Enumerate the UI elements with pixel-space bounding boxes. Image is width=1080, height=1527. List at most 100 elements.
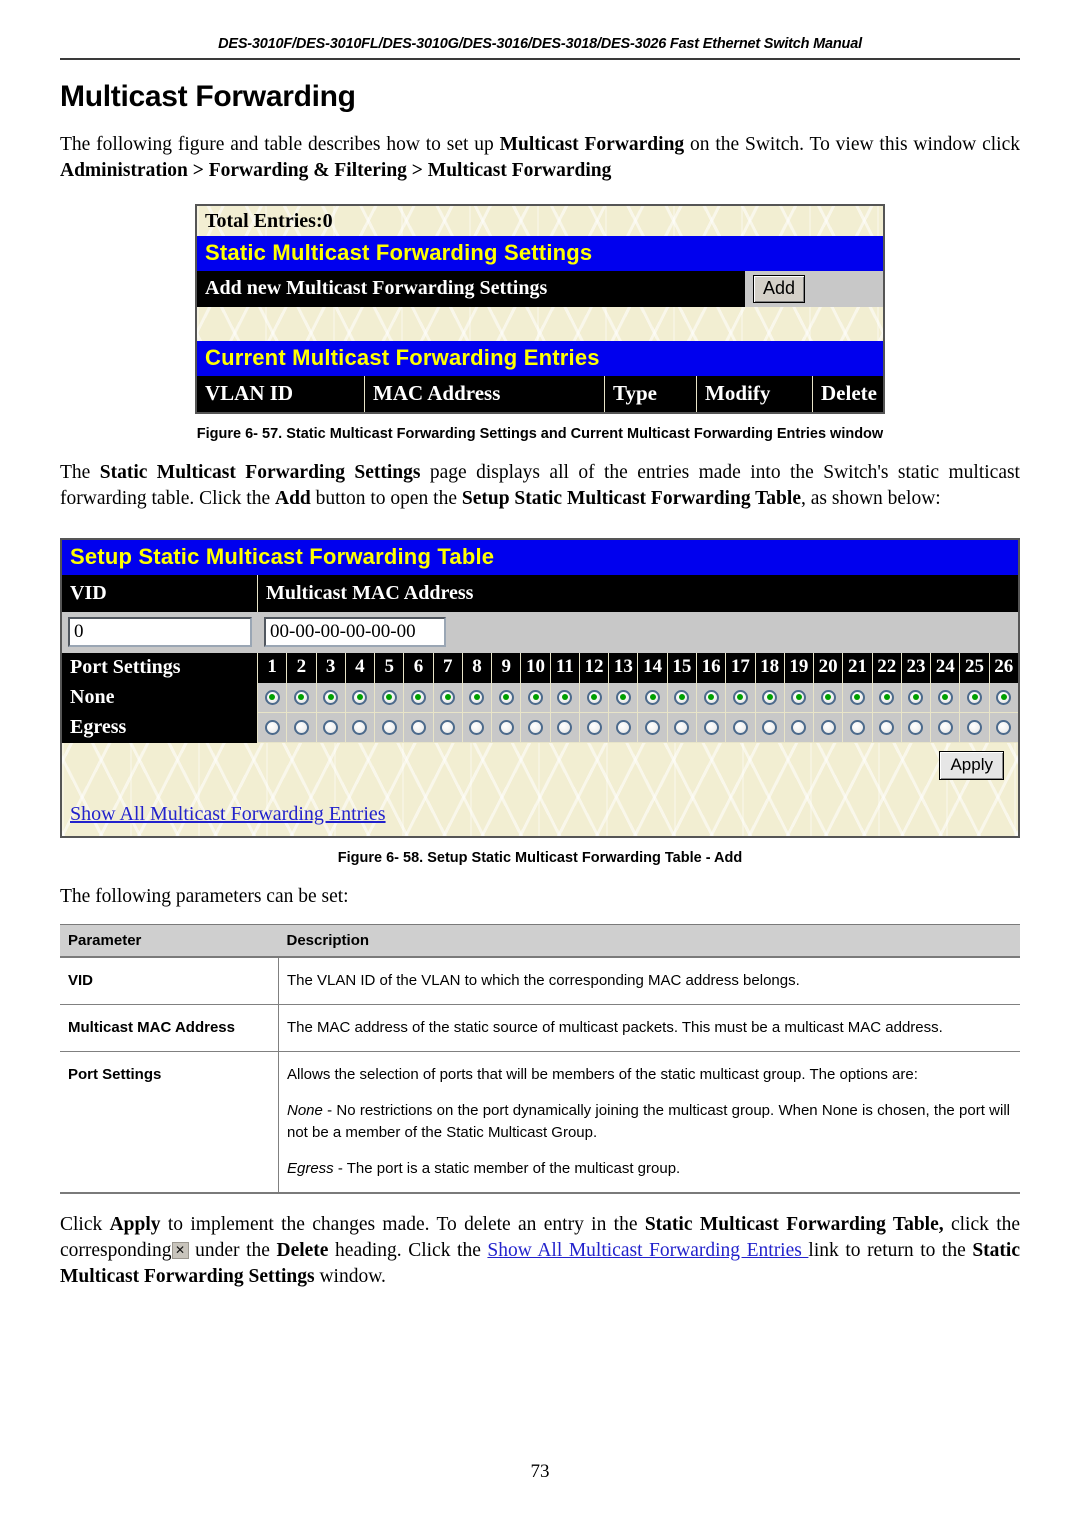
- radio-egress-port-26[interactable]: [996, 719, 1012, 735]
- port-20-none-cell[interactable]: [814, 683, 844, 713]
- radio-egress-port-10[interactable]: [528, 719, 544, 735]
- port-12-none-cell[interactable]: [579, 683, 610, 713]
- port-10-egress-cell[interactable]: [521, 713, 551, 743]
- radio-egress-port-16[interactable]: [703, 719, 719, 735]
- radio-egress-port-21[interactable]: [849, 719, 865, 735]
- port-5-none-cell[interactable]: [375, 683, 405, 713]
- radio-none-port-11[interactable]: [557, 689, 573, 705]
- port-13-egress-cell[interactable]: [609, 713, 639, 743]
- radio-egress-port-5[interactable]: [381, 719, 397, 735]
- port-25-none-cell[interactable]: [960, 683, 990, 713]
- radio-egress-port-19[interactable]: [791, 719, 807, 735]
- port-11-none-cell[interactable]: [550, 683, 580, 713]
- radio-none-port-26[interactable]: [996, 689, 1012, 705]
- port-21-egress-cell[interactable]: [843, 713, 873, 743]
- radio-egress-port-24[interactable]: [937, 719, 953, 735]
- radio-egress-port-23[interactable]: [908, 719, 924, 735]
- radio-egress-port-14[interactable]: [645, 719, 661, 735]
- radio-egress-port-25[interactable]: [967, 719, 982, 735]
- radio-none-port-9[interactable]: [498, 689, 514, 705]
- port-18-egress-cell[interactable]: [755, 713, 785, 743]
- radio-egress-port-6[interactable]: [410, 719, 426, 735]
- port-1-egress-cell[interactable]: [258, 713, 288, 743]
- port-24-none-cell[interactable]: [931, 683, 961, 713]
- port-20-egress-cell[interactable]: [814, 713, 844, 743]
- port-10-none-cell[interactable]: [521, 683, 551, 713]
- port-17-egress-cell[interactable]: [726, 713, 756, 743]
- radio-none-port-4[interactable]: [352, 689, 368, 705]
- port-3-egress-cell[interactable]: [316, 713, 346, 743]
- radio-none-port-8[interactable]: [469, 689, 485, 705]
- port-3-none-cell[interactable]: [316, 683, 346, 713]
- radio-egress-port-18[interactable]: [762, 719, 778, 735]
- radio-egress-port-8[interactable]: [469, 719, 485, 735]
- add-button[interactable]: Add: [753, 275, 806, 303]
- port-12-egress-cell[interactable]: [579, 713, 610, 743]
- radio-none-port-17[interactable]: [732, 689, 748, 705]
- port-7-egress-cell[interactable]: [433, 713, 463, 743]
- radio-egress-port-17[interactable]: [732, 719, 748, 735]
- radio-none-port-13[interactable]: [615, 689, 631, 705]
- port-1-none-cell[interactable]: [258, 683, 288, 713]
- radio-egress-port-11[interactable]: [557, 719, 573, 735]
- port-23-none-cell[interactable]: [901, 683, 932, 713]
- port-13-none-cell[interactable]: [609, 683, 639, 713]
- radio-none-port-10[interactable]: [528, 689, 544, 705]
- radio-egress-port-7[interactable]: [440, 719, 456, 735]
- port-26-none-cell[interactable]: [989, 683, 1018, 713]
- radio-none-port-20[interactable]: [820, 689, 836, 705]
- port-25-egress-cell[interactable]: [960, 713, 990, 743]
- radio-egress-port-15[interactable]: [674, 719, 690, 735]
- radio-none-port-25[interactable]: [967, 689, 982, 705]
- port-2-egress-cell[interactable]: [287, 713, 317, 743]
- port-2-none-cell[interactable]: [287, 683, 317, 713]
- port-6-none-cell[interactable]: [404, 683, 434, 713]
- port-18-none-cell[interactable]: [755, 683, 785, 713]
- port-14-none-cell[interactable]: [638, 683, 668, 713]
- port-16-none-cell[interactable]: [696, 683, 727, 713]
- port-19-egress-cell[interactable]: [784, 713, 815, 743]
- radio-egress-port-9[interactable]: [498, 719, 514, 735]
- radio-egress-port-13[interactable]: [615, 719, 631, 735]
- port-21-none-cell[interactable]: [843, 683, 873, 713]
- port-15-none-cell[interactable]: [667, 683, 697, 713]
- radio-none-port-14[interactable]: [645, 689, 661, 705]
- show-all-multicast-forwarding-entries-link[interactable]: Show All Multicast Forwarding Entries: [70, 803, 386, 825]
- port-4-egress-cell[interactable]: [345, 713, 376, 743]
- multicast-mac-address-input[interactable]: [264, 617, 446, 647]
- port-22-none-cell[interactable]: [872, 683, 902, 713]
- radio-none-port-24[interactable]: [937, 689, 953, 705]
- port-26-egress-cell[interactable]: [989, 713, 1018, 743]
- port-5-egress-cell[interactable]: [375, 713, 405, 743]
- port-11-egress-cell[interactable]: [550, 713, 580, 743]
- radio-none-port-23[interactable]: [908, 689, 924, 705]
- port-19-none-cell[interactable]: [784, 683, 815, 713]
- port-24-egress-cell[interactable]: [931, 713, 961, 743]
- radio-egress-port-1[interactable]: [264, 719, 280, 735]
- radio-egress-port-4[interactable]: [352, 719, 368, 735]
- radio-none-port-1[interactable]: [264, 689, 280, 705]
- port-6-egress-cell[interactable]: [404, 713, 434, 743]
- port-17-none-cell[interactable]: [726, 683, 756, 713]
- port-16-egress-cell[interactable]: [696, 713, 727, 743]
- port-9-none-cell[interactable]: [492, 683, 522, 713]
- radio-none-port-18[interactable]: [762, 689, 778, 705]
- port-15-egress-cell[interactable]: [667, 713, 697, 743]
- radio-egress-port-2[interactable]: [293, 719, 309, 735]
- radio-none-port-3[interactable]: [323, 689, 339, 705]
- port-8-none-cell[interactable]: [462, 683, 493, 713]
- closing-show-all-link[interactable]: Show All Multicast Forwarding Entries: [487, 1240, 808, 1261]
- vid-input[interactable]: [68, 617, 252, 647]
- radio-egress-port-3[interactable]: [323, 719, 339, 735]
- radio-none-port-2[interactable]: [293, 689, 309, 705]
- radio-egress-port-22[interactable]: [879, 719, 895, 735]
- port-7-none-cell[interactable]: [433, 683, 463, 713]
- port-4-none-cell[interactable]: [345, 683, 376, 713]
- radio-none-port-7[interactable]: [440, 689, 456, 705]
- port-9-egress-cell[interactable]: [492, 713, 522, 743]
- port-23-egress-cell[interactable]: [901, 713, 932, 743]
- radio-egress-port-12[interactable]: [586, 719, 602, 735]
- apply-button[interactable]: Apply: [939, 751, 1004, 780]
- radio-none-port-19[interactable]: [791, 689, 807, 705]
- radio-none-port-6[interactable]: [410, 689, 426, 705]
